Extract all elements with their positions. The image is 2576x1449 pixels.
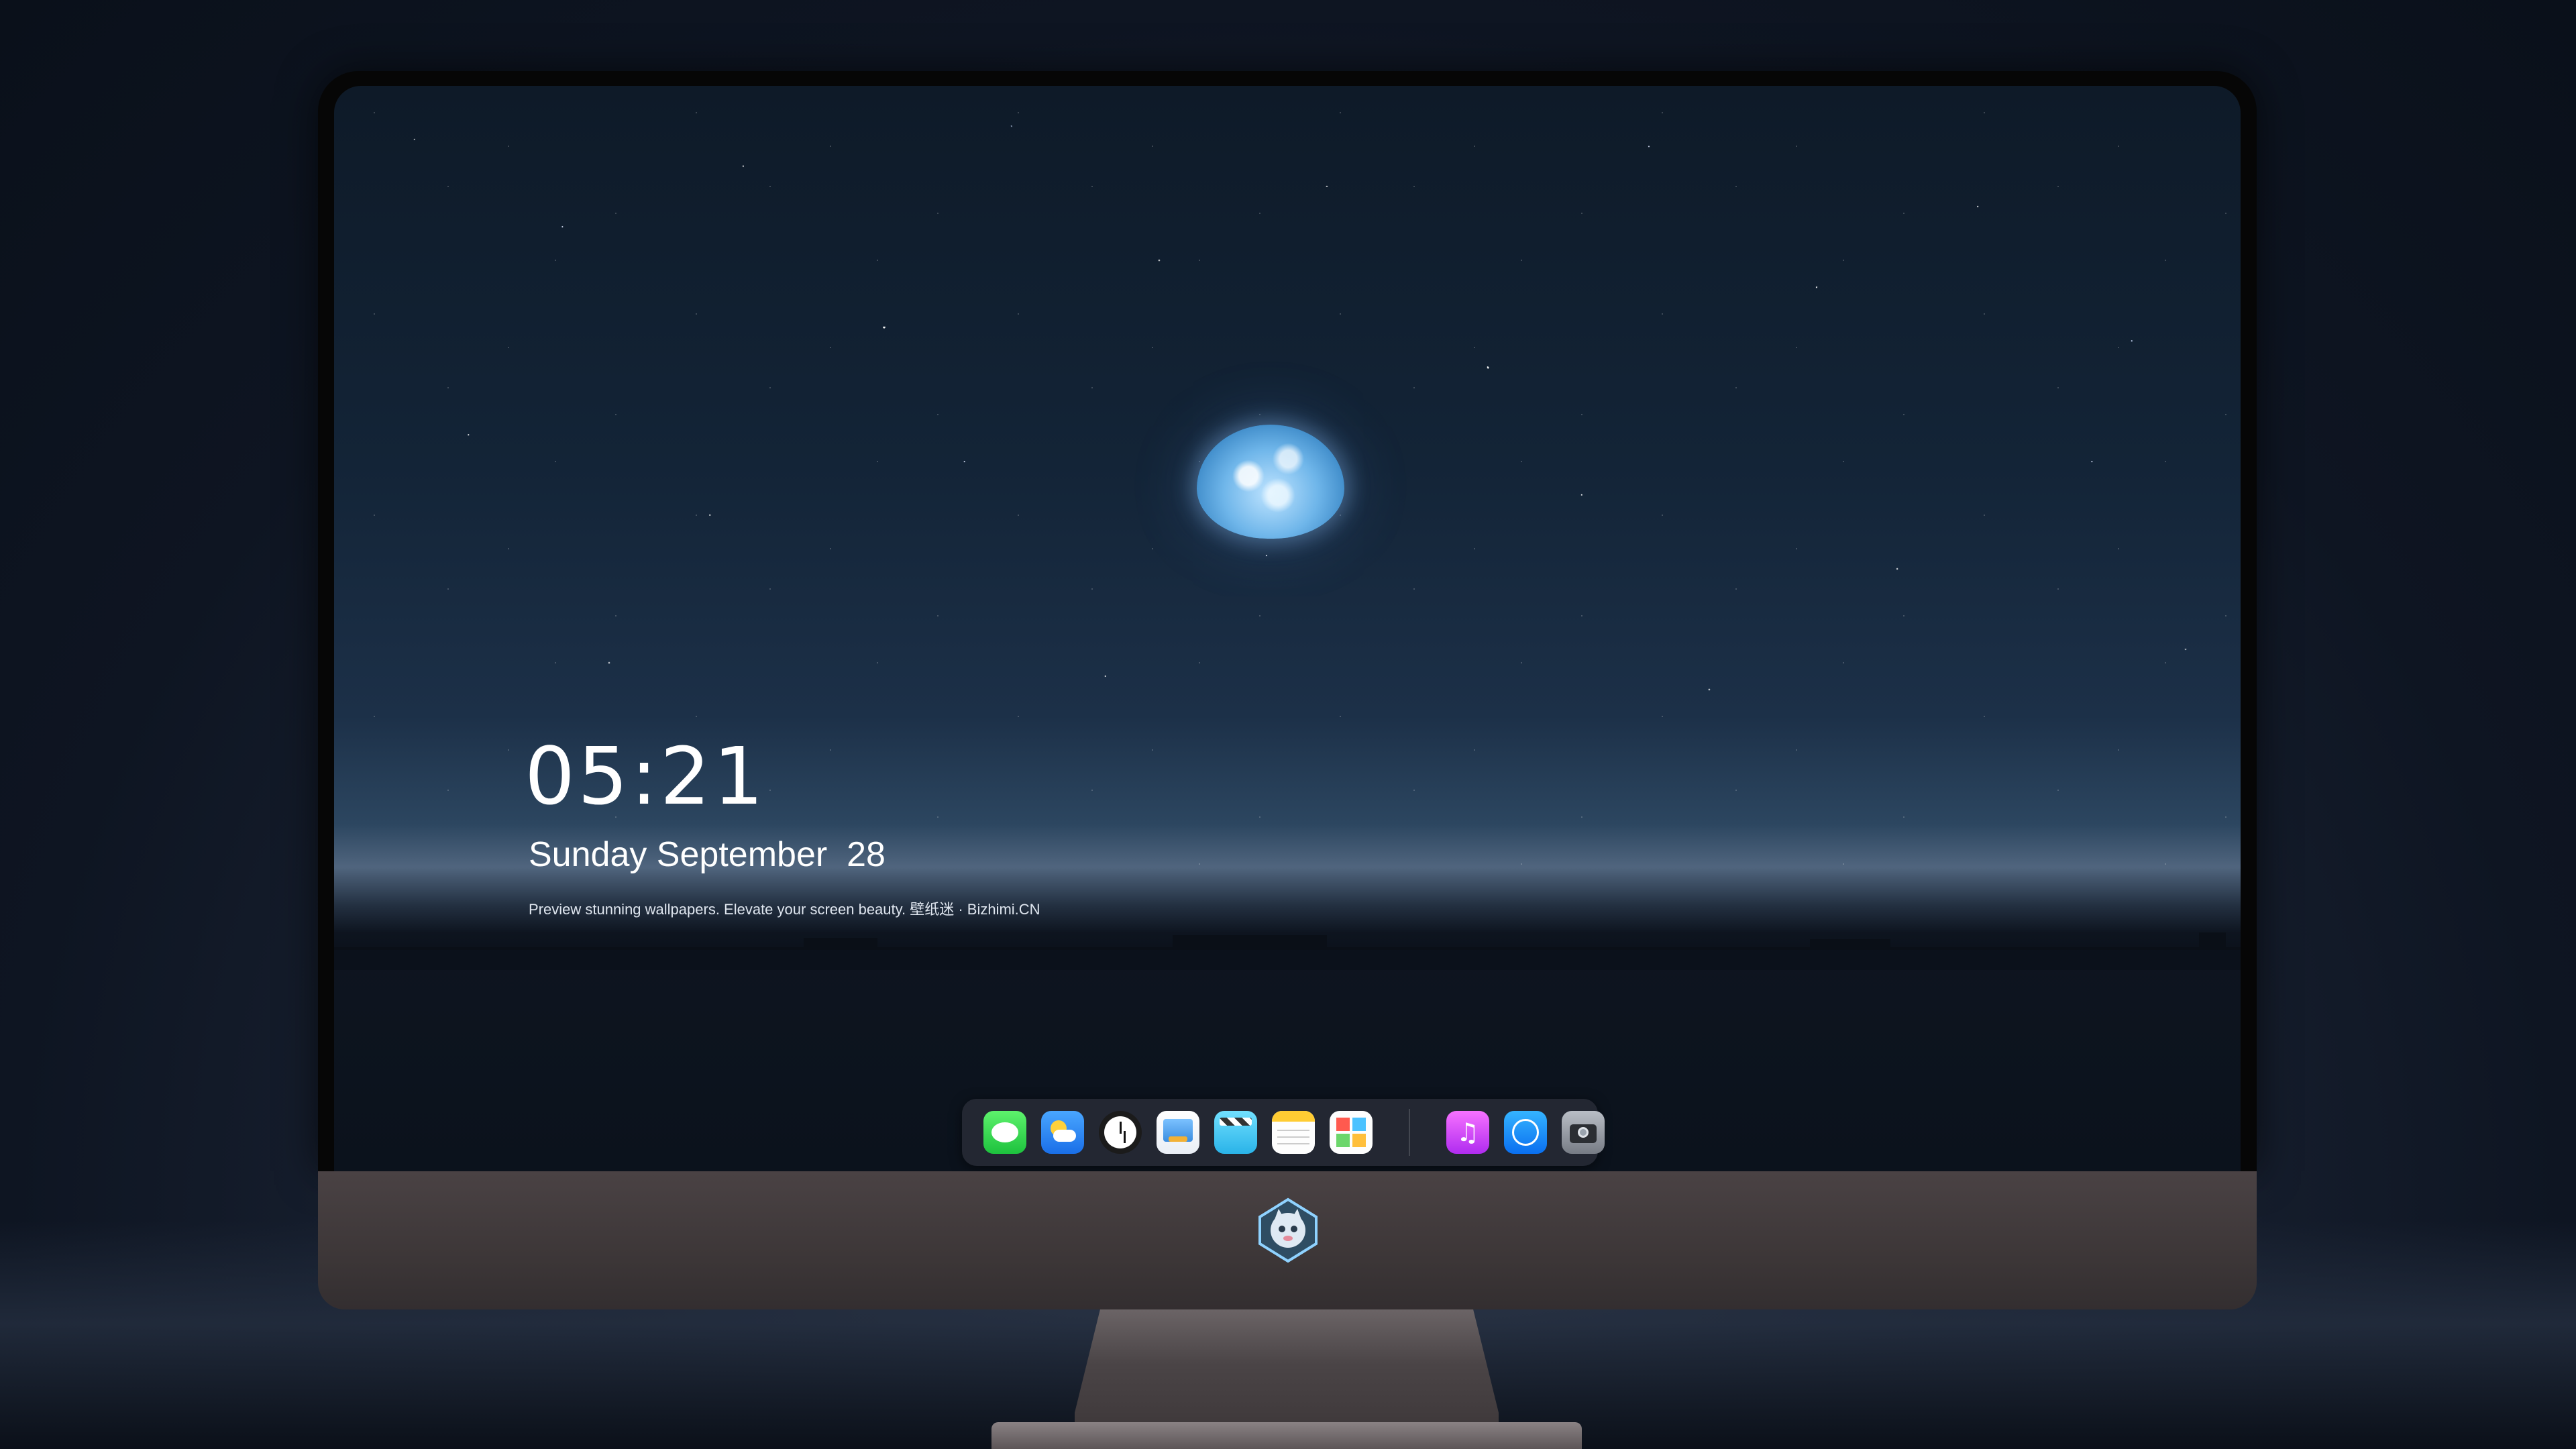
preview-icon[interactable] [1157,1111,1199,1154]
dock-separator [1409,1109,1410,1156]
messages-icon[interactable] [983,1111,1026,1154]
clock-icon[interactable] [1099,1111,1142,1154]
monitor-bezel: 05:21 Sunday September 28 Preview stunni… [318,71,2257,1171]
clips-icon[interactable] [1214,1111,1257,1154]
monitor-stand-base [991,1422,1582,1449]
lock-clock: 05:21 [525,730,767,822]
calendar-icon[interactable] [1330,1111,1373,1154]
camera-icon[interactable] [1562,1111,1605,1154]
desktop-screen: 05:21 Sunday September 28 Preview stunni… [334,86,2241,1171]
mascot-logo [1258,1197,1318,1263]
app-store-icon[interactable] [1504,1111,1547,1154]
dock [962,1099,1605,1166]
weather-icon[interactable] [1041,1111,1084,1154]
silhouette-structure [1810,939,1890,949]
silhouette-structure [804,938,877,949]
monitor: 05:21 Sunday September 28 Preview stunni… [318,71,2257,1309]
silhouette-structure [2199,932,2226,949]
silhouette-structure [1173,935,1327,949]
lock-date: Sunday September 28 [529,835,885,874]
music-icon[interactable] [1446,1111,1489,1154]
notes-icon[interactable] [1272,1111,1315,1154]
wallpaper-tagline: Preview stunning wallpapers. Elevate you… [529,901,1040,918]
